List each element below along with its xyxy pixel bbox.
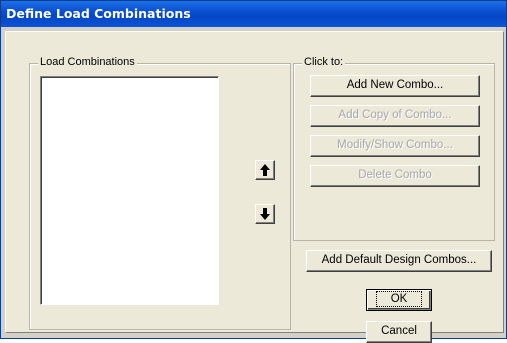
click-to-legend: Click to:: [302, 56, 346, 68]
load-combinations-list[interactable]: [40, 76, 219, 305]
add-copy-combo-button[interactable]: Add Copy of Combo...: [310, 105, 480, 127]
add-new-combo-button[interactable]: Add New Combo...: [310, 75, 480, 97]
arrow-down-icon: [260, 208, 270, 220]
add-copy-combo-label: Add Copy of Combo...: [338, 109, 452, 121]
add-new-combo-label: Add New Combo...: [346, 79, 444, 91]
title-bar[interactable]: Define Load Combinations: [1, 1, 506, 27]
add-default-design-combos-button[interactable]: Add Default Design Combos...: [306, 250, 492, 272]
modify-show-combo-label: Modify/Show Combo...: [337, 139, 453, 151]
load-combinations-legend: Load Combinations: [38, 56, 137, 68]
delete-combo-button[interactable]: Delete Combo: [310, 165, 480, 187]
move-down-button[interactable]: [255, 204, 275, 224]
delete-combo-label: Delete Combo: [358, 169, 432, 181]
ok-label: OK: [375, 291, 423, 307]
click-to-group: Click to: Add New Combo... Add Copy of C…: [293, 56, 495, 241]
load-combinations-group: Load Combinations: [29, 56, 291, 330]
add-default-design-combos-label: Add Default Design Combos...: [321, 254, 477, 266]
define-load-combinations-dialog: Define Load Combinations Load Combinatio…: [0, 0, 507, 343]
window-title: Define Load Combinations: [6, 6, 191, 21]
modify-show-combo-button[interactable]: Modify/Show Combo...: [310, 135, 480, 157]
dialog-body: Load Combinations Click to: Add New Comb…: [5, 31, 504, 343]
cancel-button[interactable]: Cancel: [366, 321, 432, 343]
ok-button[interactable]: OK: [366, 289, 432, 311]
cancel-label: Cancel: [381, 325, 417, 337]
move-up-button[interactable]: [255, 160, 275, 180]
arrow-up-icon: [260, 164, 270, 176]
